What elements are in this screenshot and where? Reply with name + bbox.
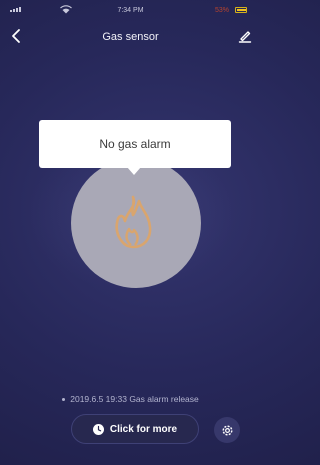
settings-button[interactable]	[214, 417, 240, 443]
page-title: Gas sensor	[102, 31, 159, 43]
back-button[interactable]	[8, 27, 26, 45]
click-for-more-button[interactable]: Click for more	[71, 414, 199, 444]
bullet-dot	[62, 398, 66, 402]
edit-button[interactable]	[237, 28, 253, 44]
status-message: No gas alarm	[99, 137, 171, 151]
battery-percent: 53%	[214, 7, 229, 14]
flame-icon	[115, 195, 152, 249]
pencil-icon	[238, 31, 252, 43]
battery-icon	[235, 7, 247, 13]
status-tooltip: No gas alarm	[39, 120, 231, 168]
gear-icon	[221, 424, 233, 436]
click-for-more-label: Click for more	[109, 423, 178, 435]
clock-icon	[92, 423, 104, 435]
chevron-left-icon	[12, 29, 20, 43]
latest-log-entry[interactable]: 2019.6.5 19:33 Gas alarm release	[0, 394, 261, 404]
log-entry-text: 2019.6.5 19:33 Gas alarm release	[70, 394, 199, 404]
tooltip-arrow	[127, 167, 141, 175]
nav-bar: Gas sensor	[0, 24, 261, 48]
status-bar: 7:34 PM 53%	[0, 0, 261, 20]
